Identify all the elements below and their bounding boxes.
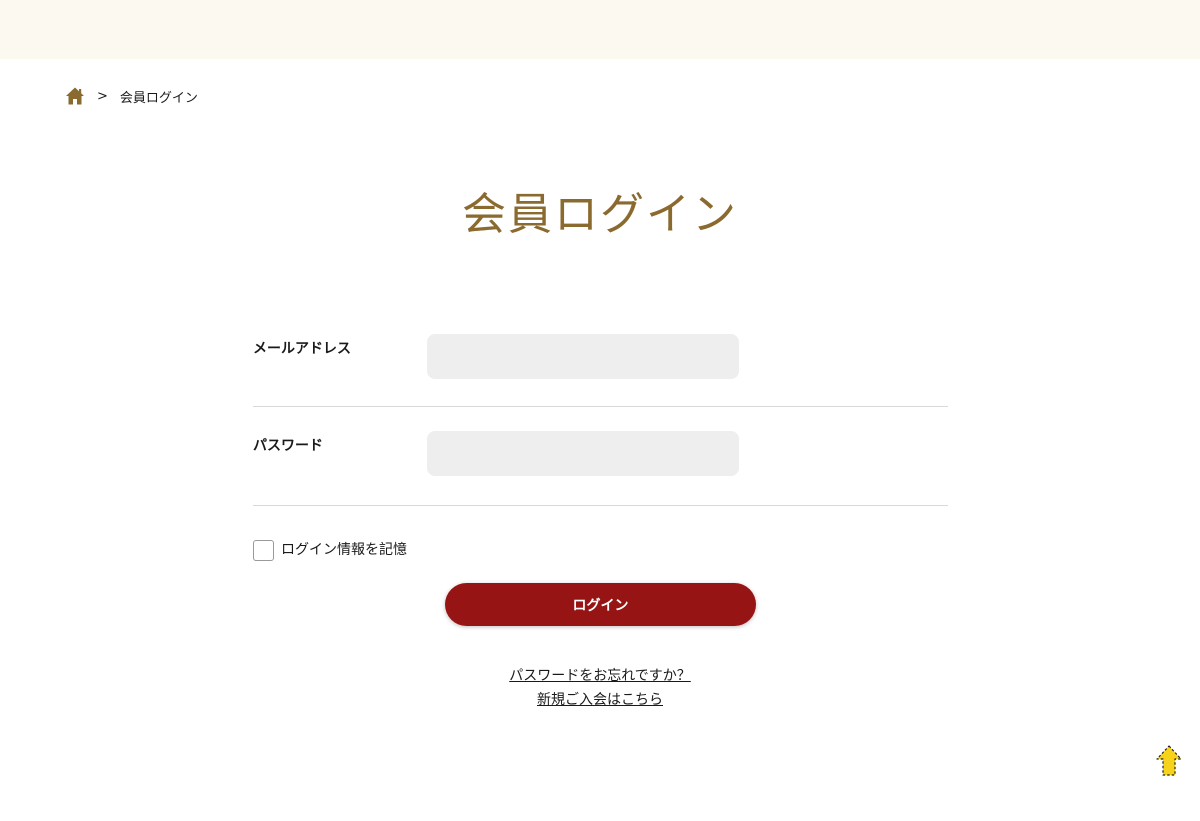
- forgot-password-link[interactable]: パスワードをお忘れですか？: [509, 664, 691, 688]
- login-form: メールアドレス パスワード: [253, 310, 948, 506]
- remember-login[interactable]: ログイン情報を記憶: [253, 536, 407, 561]
- email-label: メールアドレス: [253, 341, 351, 357]
- arrow-up-icon: [1156, 745, 1182, 776]
- register-link[interactable]: 新規ご入会はこちら: [537, 688, 663, 712]
- remember-checkbox[interactable]: [253, 540, 274, 561]
- remember-label: ログイン情報を記憶: [281, 541, 407, 558]
- login-button[interactable]: ログイン: [445, 583, 756, 626]
- help-links: パスワードをお忘れですか？ 新規ご入会はこちら: [0, 664, 1200, 712]
- password-field[interactable]: [427, 431, 739, 476]
- password-row: パスワード: [253, 407, 948, 506]
- breadcrumb-separator: >: [97, 88, 108, 104]
- header-band: [0, 0, 1200, 59]
- email-field[interactable]: [427, 334, 739, 379]
- breadcrumb-current: 会員ログイン: [119, 90, 198, 106]
- page-title: 会員ログイン: [462, 189, 738, 240]
- email-row: メールアドレス: [253, 310, 948, 407]
- home-icon[interactable]: [65, 86, 85, 106]
- breadcrumb: > 会員ログイン: [65, 85, 198, 107]
- password-label: パスワード: [253, 438, 323, 454]
- scroll-to-top-button[interactable]: [1154, 744, 1184, 778]
